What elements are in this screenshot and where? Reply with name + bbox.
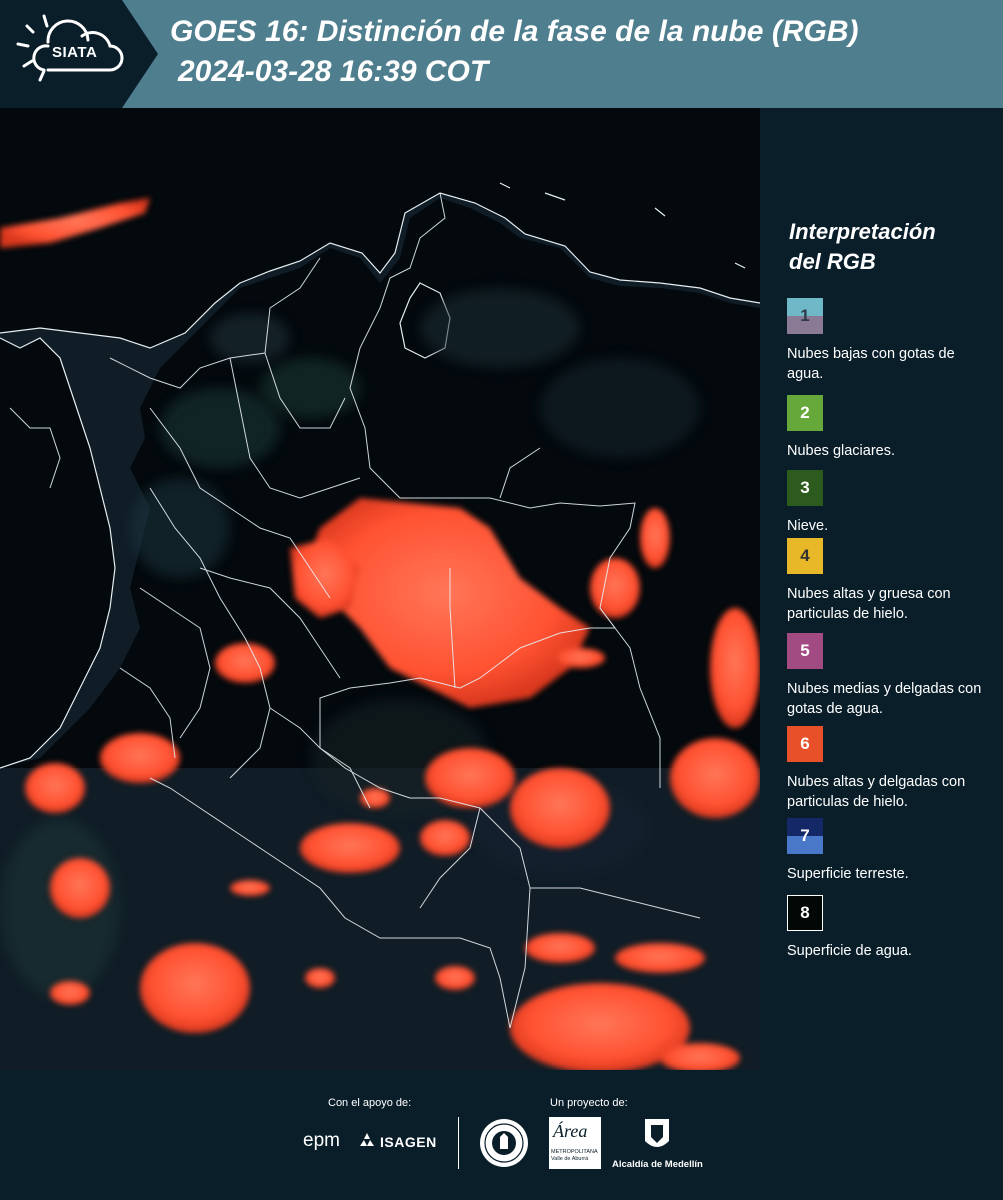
legend-label-4: Nubes altas y gruesa con particulas de h… <box>787 586 951 622</box>
legend-number-5: 5 <box>800 641 810 660</box>
cloud-band-south-3 <box>300 823 400 873</box>
cloud-band-south-2 <box>510 768 610 848</box>
legend-panel: Interpretación del RGB 1 Nubes bajas con… <box>760 108 1003 1070</box>
cloud-southwest-4 <box>100 733 180 783</box>
epm-logo: epm <box>303 1130 340 1151</box>
legend-swatch-3: 3 <box>787 470 823 506</box>
page-title: GOES 16: Distinción de la fase de la nub… <box>170 15 859 48</box>
alcaldia-logo-text: Alcaldía de Medellín <box>612 1159 703 1170</box>
cloud-small-1 <box>230 880 270 896</box>
support-label: Con el apoyo de: <box>328 1097 412 1109</box>
siata-logo: SIATA <box>0 0 158 108</box>
legend-swatch-4: 4 <box>787 538 823 574</box>
legend-label-3: Nieve. <box>787 518 829 534</box>
header-bar: SIATA GOES 16: Distinción de la fase de … <box>0 0 1003 108</box>
cloud-east-2 <box>710 608 760 728</box>
legend-swatch-1: 1 <box>787 298 823 334</box>
legend-swatch-5: 5 <box>787 633 823 669</box>
legend-item-4: 4 Nubes altas y gruesa con particulas de… <box>787 538 997 624</box>
area-sub-line2: Valle de Aburrá <box>551 1156 589 1162</box>
project-label: Un proyecto de: <box>550 1097 628 1109</box>
cloud-band-south-1 <box>425 748 515 808</box>
legend-number-1: 1 <box>800 306 810 325</box>
legend-swatch-6: 6 <box>787 726 823 762</box>
cloud-southwest-1 <box>140 943 250 1033</box>
footer: Con el apoyo de: Un proyecto de: epm ISA… <box>0 1070 1003 1200</box>
footer-divider <box>458 1117 459 1169</box>
legend-number-2: 2 <box>800 403 810 422</box>
legend-number-7: 7 <box>800 826 810 845</box>
legend-heading: Interpretación del RGB <box>789 217 989 277</box>
cloud-small-6 <box>590 558 640 618</box>
legend-label-1: Nubes bajas con gotas de agua. <box>787 346 955 382</box>
cloud-east-1 <box>670 738 760 818</box>
cloud-south-2 <box>615 943 705 973</box>
area-metropolitana-logo: Área METROPOLITANA Valle de Aburrá <box>549 1117 601 1169</box>
area-logo-text: Área <box>553 1121 588 1141</box>
cloud-southwest-5 <box>215 643 275 683</box>
isagen-logo: ISAGEN <box>380 1134 437 1150</box>
area-logo-subtext: METROPOLITANA Valle de Aburrá <box>551 1149 598 1163</box>
legend-heading-line2: del RGB <box>789 249 876 274</box>
isagen-logo-icon <box>360 1133 374 1146</box>
legend-swatch-7: 7 <box>787 818 823 854</box>
legend-label-7: Superficie terreste. <box>787 866 909 882</box>
cloud-south-5 <box>50 981 90 1005</box>
legend-swatch-8: 8 <box>787 895 823 931</box>
cloud-small-4 <box>555 648 605 668</box>
legend-number-3: 3 <box>800 478 810 497</box>
cloud-southwest-2 <box>50 858 110 918</box>
legend-label-8: Superficie de agua. <box>787 943 912 959</box>
legend-label-2: Nubes glaciares. <box>787 443 895 459</box>
legend-item-5: 5 Nubes medias y delgadas con gotas de a… <box>787 633 997 719</box>
cloud-east-3 <box>640 508 670 568</box>
cloud-band-south-4 <box>420 820 470 856</box>
legend-number-8: 8 <box>800 903 810 922</box>
alcaldia-shield-icon <box>645 1119 669 1147</box>
legend-number-6: 6 <box>800 734 810 753</box>
cloud-south-3 <box>525 933 595 963</box>
legend-item-3: 3 Nieve. <box>787 470 997 536</box>
legend-label-6: Nubes altas y delgadas con particulas de… <box>787 774 966 810</box>
cloud-small-2 <box>305 968 335 988</box>
page-timestamp: 2024-03-28 16:39 COT <box>178 55 489 88</box>
legend-label-5: Nubes medias y delgadas con gotas de agu… <box>787 681 982 717</box>
legend-item-2: 2 Nubes glaciares. <box>787 395 997 461</box>
legend-item-8: 8 Superficie de agua. <box>787 895 997 961</box>
siata-logo-text: SIATA <box>52 44 98 61</box>
legend-item-7: 7 Superficie terreste. <box>787 818 997 884</box>
legend-swatch-2: 2 <box>787 395 823 431</box>
legend-item-6: 6 Nubes altas y delgadas con particulas … <box>787 726 997 812</box>
seal-logo-icon <box>480 1119 528 1167</box>
map-svg <box>0 108 760 1070</box>
legend-number-4: 4 <box>800 546 810 565</box>
cloud-southwest-3 <box>25 763 85 813</box>
area-sub-line1: METROPOLITANA <box>551 1149 598 1155</box>
legend-item-1: 1 Nubes bajas con gotas de agua. <box>787 298 997 384</box>
satellite-map <box>0 108 760 1070</box>
legend-heading-line1: Interpretación <box>789 219 936 244</box>
cloud-south-4 <box>435 966 475 990</box>
